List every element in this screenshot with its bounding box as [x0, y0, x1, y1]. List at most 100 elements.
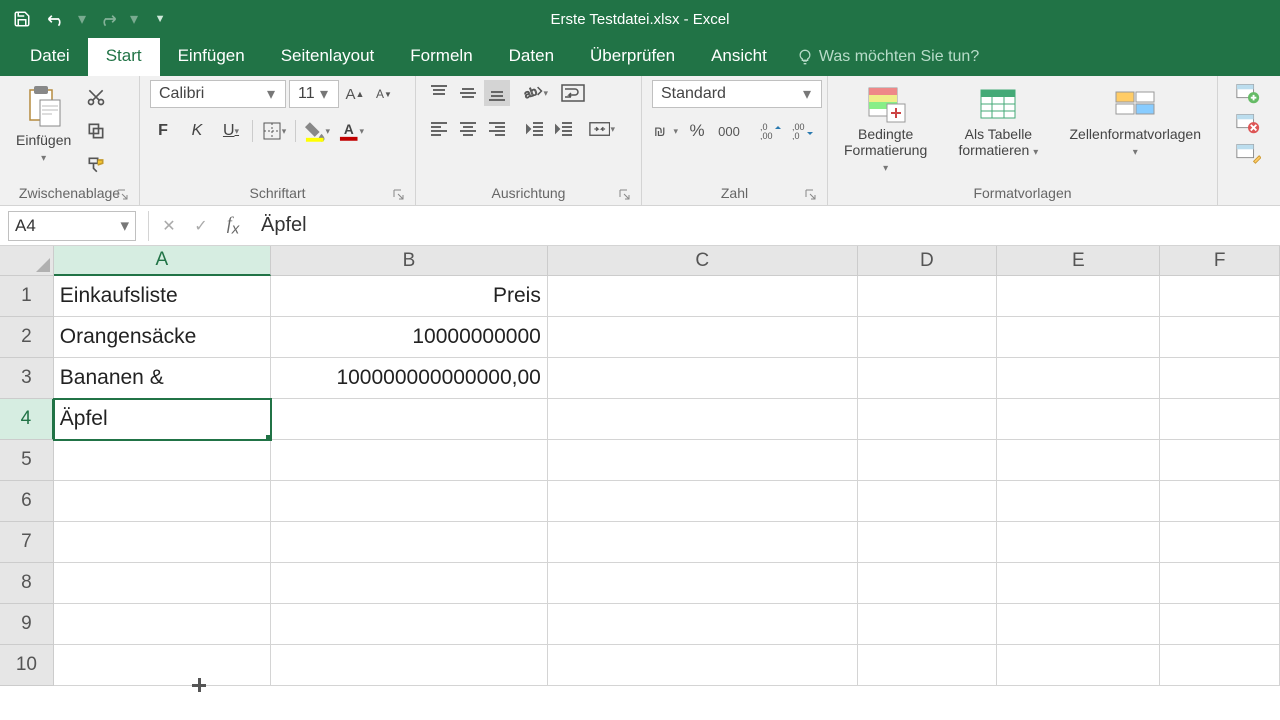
cell-F5[interactable]	[1160, 440, 1280, 481]
cell-B6[interactable]	[271, 481, 548, 522]
format-as-table-button[interactable]: Als Tabelle formatieren ▾	[951, 80, 1045, 163]
spreadsheet-grid[interactable]: ABCDEF1EinkaufslistePreis2Orangensäcke10…	[0, 246, 1280, 686]
copy-button[interactable]	[83, 118, 109, 144]
column-header[interactable]: F	[1160, 246, 1280, 276]
cell-D7[interactable]	[858, 522, 997, 563]
cell-E3[interactable]	[997, 358, 1160, 399]
cell-F1[interactable]	[1160, 276, 1280, 317]
row-header[interactable]: 10	[0, 645, 54, 686]
cell-D1[interactable]	[858, 276, 997, 317]
paste-button[interactable]: Einfügen▾	[10, 80, 77, 169]
cell-B1[interactable]: Preis	[271, 276, 548, 317]
cell-A10[interactable]	[54, 645, 271, 686]
cancel-formula-button[interactable]: ✕	[153, 211, 185, 241]
number-format-combo[interactable]: Standard▾	[652, 80, 822, 108]
fill-color-button[interactable]: ▾	[304, 118, 330, 144]
cell-C1[interactable]	[548, 276, 858, 317]
cut-button[interactable]	[83, 84, 109, 110]
bold-button[interactable]: F	[150, 118, 176, 144]
dialog-launcher-icon[interactable]	[619, 189, 631, 201]
select-all-corner[interactable]	[0, 246, 54, 276]
qat-customize[interactable]: ▼	[146, 5, 174, 33]
tab-home[interactable]: Start	[88, 36, 160, 76]
name-box[interactable]: A4▾	[8, 211, 136, 241]
align-right-button[interactable]	[484, 116, 510, 142]
cell-C7[interactable]	[548, 522, 858, 563]
cell-E6[interactable]	[997, 481, 1160, 522]
column-header[interactable]: B	[271, 246, 548, 276]
tab-file[interactable]: Datei	[12, 36, 88, 76]
cell-D4[interactable]	[858, 399, 997, 440]
cell-E5[interactable]	[997, 440, 1160, 481]
wrap-text-button[interactable]	[560, 80, 586, 106]
cell-B5[interactable]	[271, 440, 548, 481]
format-painter-button[interactable]	[83, 152, 109, 178]
font-color-button[interactable]: A▾	[338, 118, 364, 144]
row-header[interactable]: 7	[0, 522, 54, 563]
cell-C8[interactable]	[548, 563, 858, 604]
insert-function-button[interactable]: fx	[217, 211, 249, 241]
cell-D5[interactable]	[858, 440, 997, 481]
cell-D9[interactable]	[858, 604, 997, 645]
cell-C10[interactable]	[548, 645, 858, 686]
align-bottom-button[interactable]	[484, 80, 510, 106]
comma-button[interactable]: 000	[716, 118, 742, 144]
cell-C2[interactable]	[548, 317, 858, 358]
increase-indent-button[interactable]	[551, 116, 577, 142]
cell-A6[interactable]	[54, 481, 271, 522]
row-header[interactable]: 9	[0, 604, 54, 645]
save-button[interactable]	[8, 5, 36, 33]
cell-D2[interactable]	[858, 317, 997, 358]
cell-D8[interactable]	[858, 563, 997, 604]
cell-F3[interactable]	[1160, 358, 1280, 399]
undo-button[interactable]	[42, 5, 70, 33]
cell-styles-button[interactable]: Zellenformatvorlagen ▾	[1063, 80, 1207, 163]
cell-C6[interactable]	[548, 481, 858, 522]
cell-C5[interactable]	[548, 440, 858, 481]
cell-C9[interactable]	[548, 604, 858, 645]
decrease-indent-button[interactable]	[522, 116, 548, 142]
align-center-button[interactable]	[455, 116, 481, 142]
cell-F7[interactable]	[1160, 522, 1280, 563]
dialog-launcher-icon[interactable]	[117, 189, 129, 201]
cell-B7[interactable]	[271, 522, 548, 563]
decrease-decimal-button[interactable]: ,00,0	[790, 118, 816, 144]
increase-decimal-button[interactable]: ,0,00	[758, 118, 784, 144]
cell-F9[interactable]	[1160, 604, 1280, 645]
underline-button[interactable]: U ▾	[218, 118, 244, 144]
align-middle-button[interactable]	[455, 80, 481, 106]
row-header[interactable]: 4	[0, 399, 54, 440]
row-header[interactable]: 6	[0, 481, 54, 522]
decrease-font-button[interactable]: A▼	[371, 81, 397, 107]
cell-E1[interactable]	[997, 276, 1160, 317]
cell-D10[interactable]	[858, 645, 997, 686]
percent-button[interactable]: %	[684, 118, 710, 144]
tell-me-search[interactable]: Was möchten Sie tun?	[785, 38, 991, 76]
enter-formula-button[interactable]: ✓	[185, 211, 217, 241]
column-header[interactable]: C	[548, 246, 858, 276]
tab-formulas[interactable]: Formeln	[392, 36, 490, 76]
align-top-button[interactable]	[426, 80, 452, 106]
conditional-formatting-button[interactable]: Bedingte Formatierung ▾	[838, 80, 933, 179]
cell-E4[interactable]	[997, 399, 1160, 440]
row-header[interactable]: 8	[0, 563, 54, 604]
column-header[interactable]: D	[858, 246, 997, 276]
formula-input[interactable]: Äpfel	[249, 214, 1280, 237]
increase-font-button[interactable]: A▲	[342, 81, 368, 107]
cell-F10[interactable]	[1160, 645, 1280, 686]
cell-F6[interactable]	[1160, 481, 1280, 522]
cell-E7[interactable]	[997, 522, 1160, 563]
cell-A5[interactable]	[54, 440, 271, 481]
cell-B10[interactable]	[271, 645, 548, 686]
cell-E9[interactable]	[997, 604, 1160, 645]
tab-view[interactable]: Ansicht	[693, 36, 785, 76]
row-header[interactable]: 3	[0, 358, 54, 399]
cell-A1[interactable]: Einkaufsliste	[54, 276, 271, 317]
tab-insert[interactable]: Einfügen	[160, 36, 263, 76]
cell-E2[interactable]	[997, 317, 1160, 358]
dialog-launcher-icon[interactable]	[805, 189, 817, 201]
borders-button[interactable]: ▾	[261, 118, 287, 144]
format-cells-button[interactable]	[1235, 140, 1261, 166]
merge-center-button[interactable]: ▾	[589, 116, 615, 142]
tab-data[interactable]: Daten	[491, 36, 572, 76]
